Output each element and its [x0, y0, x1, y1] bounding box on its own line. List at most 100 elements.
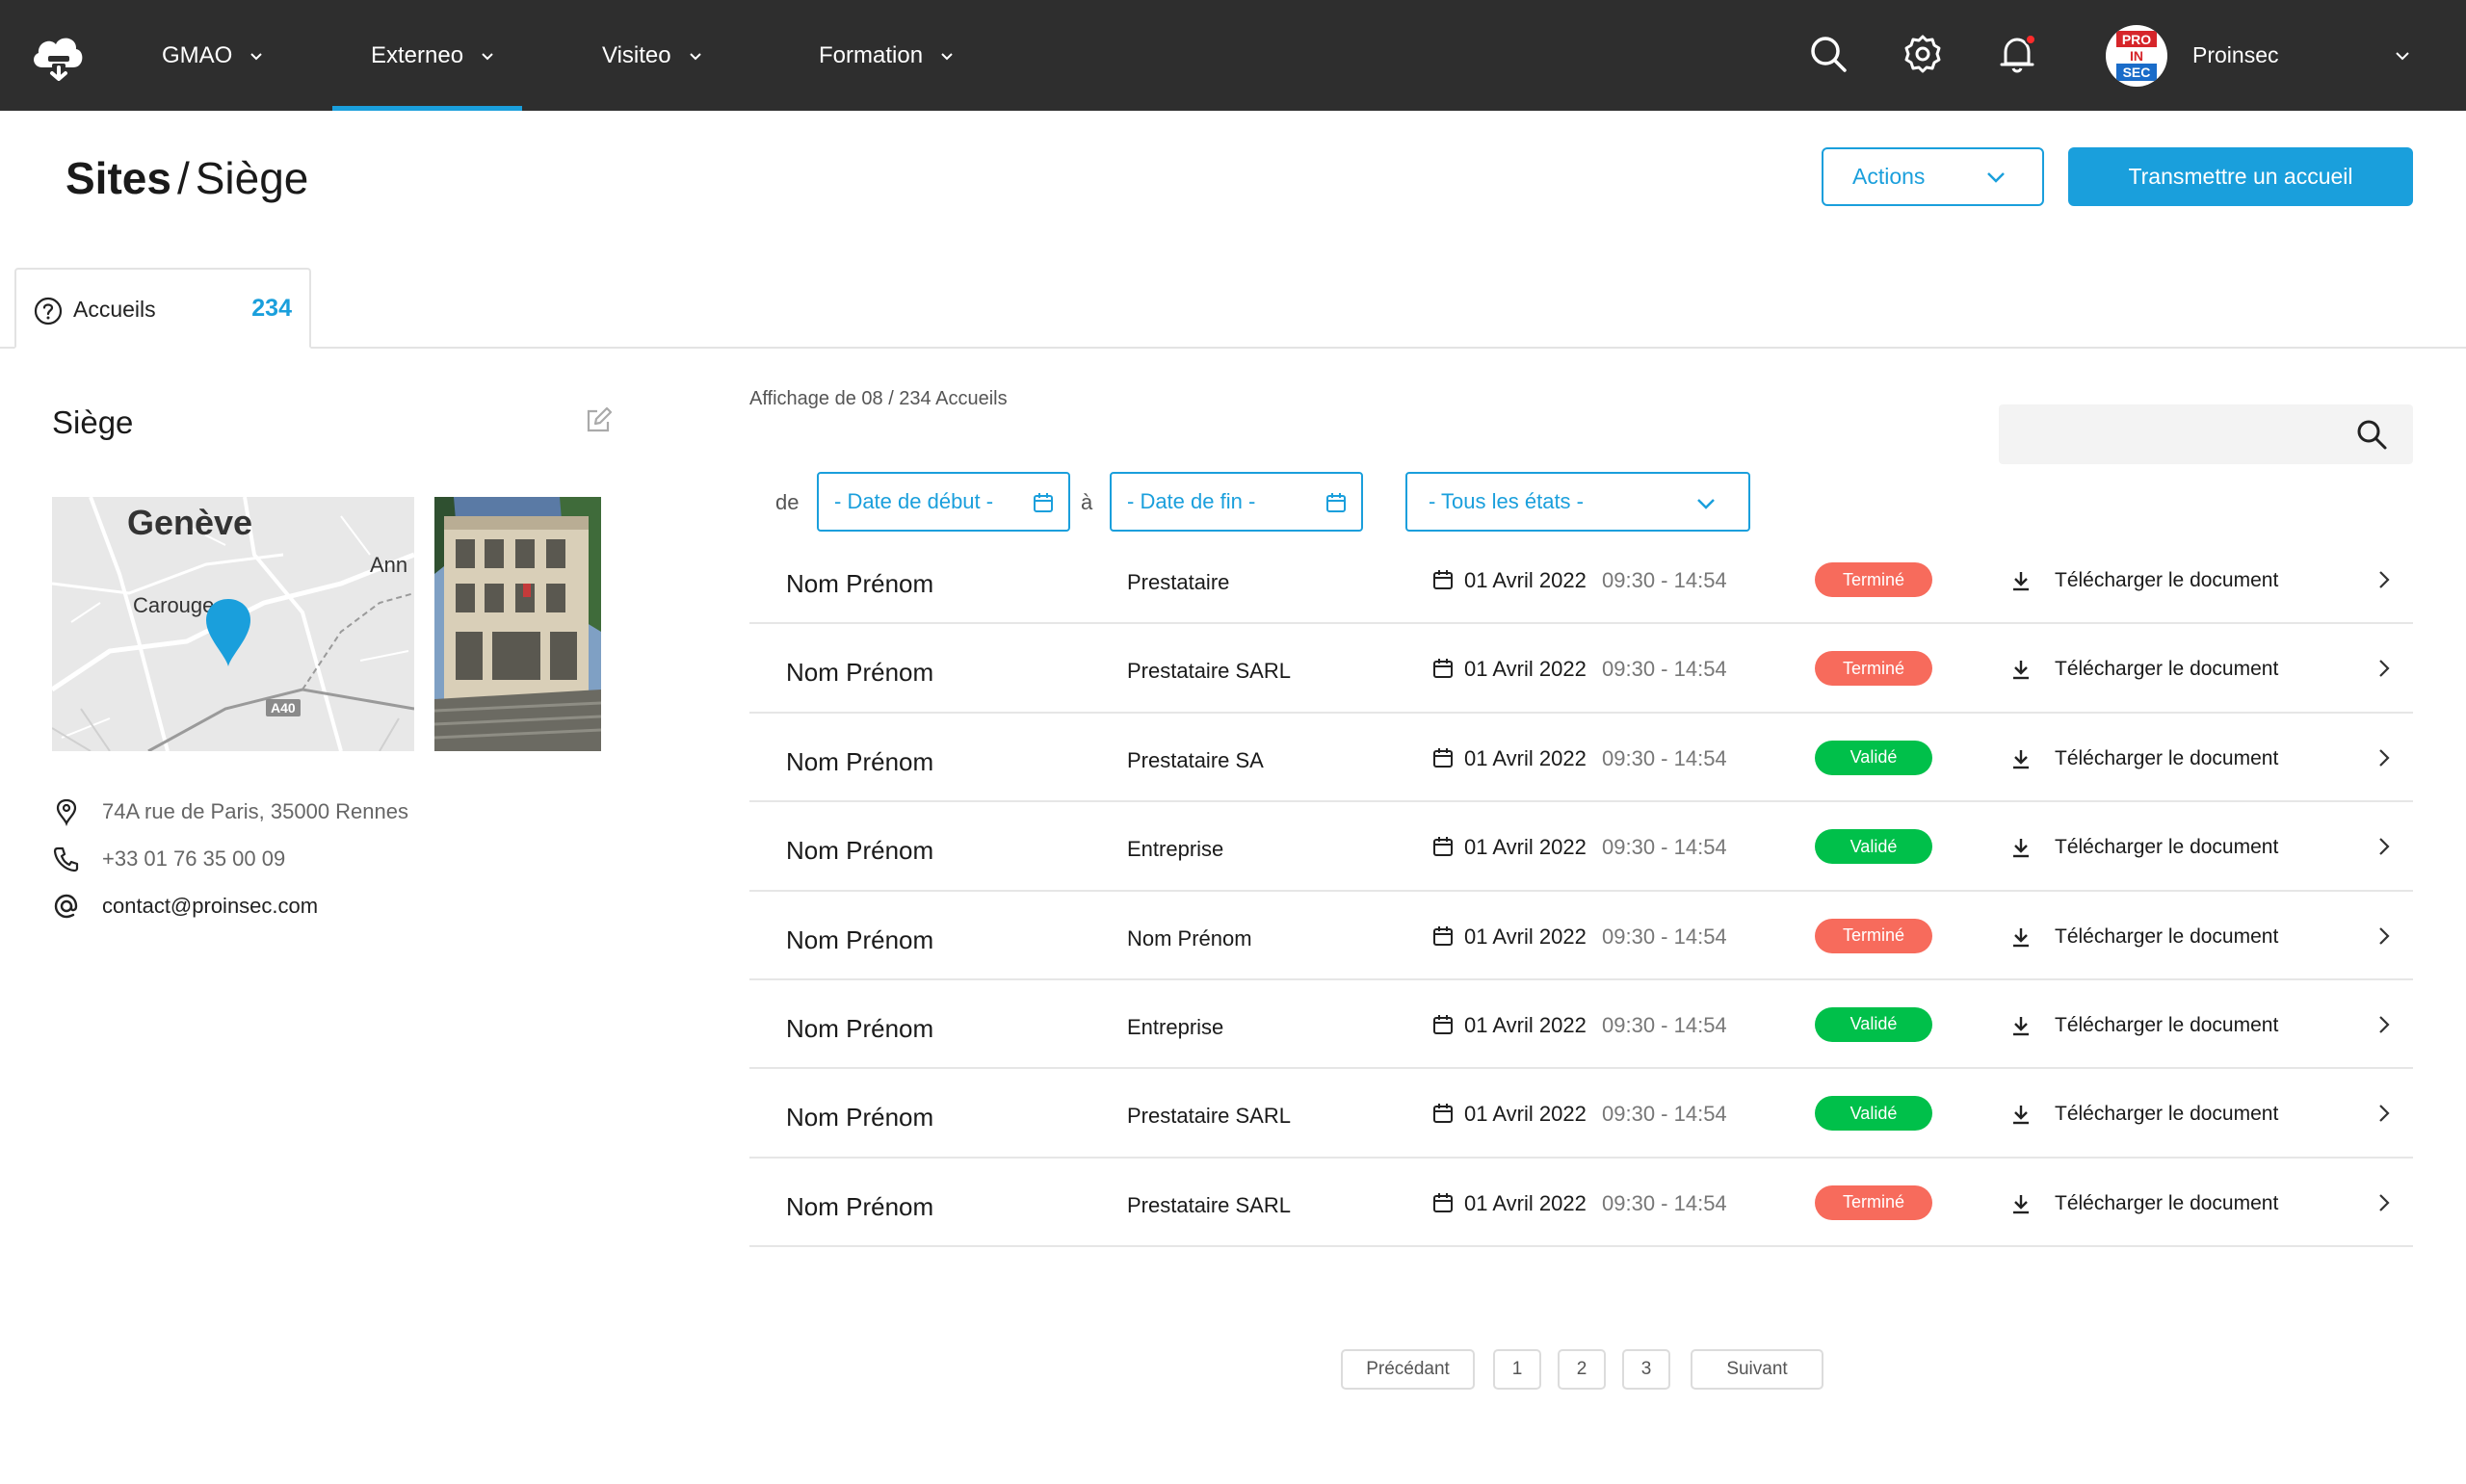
- chevron-down-icon[interactable]: [2395, 50, 2410, 62]
- table-row[interactable]: Nom Prénom Entreprise 01 Avril 2022 09:30 -…: [749, 980, 2413, 1070]
- breadcrumb-separator: /: [176, 153, 190, 203]
- download-icon[interactable]: [2009, 658, 2033, 681]
- row-company: Prestataire SARL: [1127, 659, 1291, 684]
- site-photo[interactable]: [434, 497, 601, 751]
- tabs-divider: [0, 347, 2466, 349]
- download-document-link[interactable]: Télécharger le document: [2055, 1103, 2278, 1126]
- chevron-right-icon[interactable]: [2377, 926, 2391, 946]
- status-badge: Validé: [1815, 740, 1932, 775]
- calendar-icon: [1433, 925, 1453, 946]
- row-company: Nom Prénom: [1127, 925, 1252, 950]
- pagination-page-2[interactable]: 2: [1558, 1349, 1606, 1390]
- building-photo: [434, 497, 601, 751]
- chevron-right-icon[interactable]: [2377, 659, 2391, 678]
- nav-item-gmao[interactable]: GMAO: [162, 0, 263, 111]
- site-name: Siège: [52, 404, 134, 440]
- map-road-label: A40: [266, 699, 301, 716]
- table-row[interactable]: Nom Prénom Entreprise 01 Avril 2022 09:30 -…: [749, 802, 2413, 892]
- date-end-input[interactable]: - Date de fin -: [1110, 472, 1363, 532]
- download-document-link[interactable]: Télécharger le document: [2055, 1192, 2278, 1215]
- site-address-text: 74A rue de Paris, 35000 Rennes: [102, 799, 409, 823]
- site-phone-text[interactable]: +33 01 76 35 00 09: [102, 846, 285, 872]
- chevron-right-icon[interactable]: [2377, 570, 2391, 589]
- pagination-page-3[interactable]: 3: [1622, 1349, 1670, 1390]
- date-start-input[interactable]: - Date de début -: [817, 472, 1070, 532]
- help-circle-icon: [34, 297, 63, 325]
- download-icon[interactable]: [2009, 747, 2033, 770]
- table-row[interactable]: Nom Prénom Prestataire SARL 01 Avril 2022 0…: [749, 1159, 2413, 1248]
- proinsec-logo-icon: PRO IN SEC: [2116, 31, 2157, 81]
- breadcrumb-current: Siège: [195, 153, 309, 203]
- download-document-link[interactable]: Télécharger le document: [2055, 1014, 2278, 1037]
- row-person-name: Nom Prénom: [786, 658, 934, 688]
- calendar-icon: [1433, 837, 1453, 857]
- chevron-right-icon[interactable]: [2377, 1015, 2391, 1034]
- calendar-icon: [1433, 1104, 1453, 1124]
- chevron-down-icon: [689, 52, 701, 60]
- chevron-right-icon[interactable]: [2377, 748, 2391, 768]
- actions-dropdown-button[interactable]: Actions: [1822, 147, 2044, 206]
- status-badge: Terminé: [1815, 562, 1932, 597]
- row-person-name: Nom Prénom: [786, 1103, 934, 1133]
- nav-item-formation[interactable]: Formation: [819, 0, 954, 111]
- chevron-right-icon[interactable]: [2377, 1193, 2391, 1212]
- table-row[interactable]: Nom Prénom Prestataire SARL 01 Avril 2022 0…: [749, 1069, 2413, 1159]
- top-navbar: GMAO Externeo Visiteo Formation PRO IN S…: [0, 0, 2466, 111]
- download-icon[interactable]: [2009, 569, 2033, 592]
- gear-icon[interactable]: [1902, 33, 1944, 75]
- nav-item-externeo[interactable]: Externeo: [331, 0, 523, 111]
- chevron-down-icon: [250, 52, 263, 60]
- calendar-icon: [1433, 570, 1453, 589]
- site-map[interactable]: Genève Ann Carouge A40: [52, 497, 414, 751]
- calendar-icon: [1433, 659, 1453, 679]
- row-time-range: 09:30 - 14:54: [1602, 1012, 1727, 1037]
- search-icon[interactable]: [1807, 33, 1850, 75]
- edit-icon[interactable]: [584, 406, 613, 435]
- chevron-right-icon[interactable]: [2377, 837, 2391, 856]
- row-person-name: Nom Prénom: [786, 1013, 934, 1043]
- row-time-range: 09:30 - 14:54: [1602, 835, 1727, 860]
- pagination-page-1[interactable]: 1: [1493, 1349, 1541, 1390]
- table-row[interactable]: Nom Prénom Prestataire SARL 01 Avril 2022 0…: [749, 624, 2413, 714]
- app-logo-icon[interactable]: [29, 29, 85, 81]
- map-partial-label: Ann: [370, 553, 408, 577]
- list-search-input[interactable]: [1999, 404, 2346, 464]
- welcome-list: Nom Prénom Prestataire 01 Avril 2022 09:30 …: [749, 535, 2413, 1248]
- user-name[interactable]: Proinsec: [2192, 0, 2278, 111]
- pagination-next-button[interactable]: Suivant: [1691, 1349, 1823, 1390]
- pagination-prev-button[interactable]: Précédant: [1341, 1349, 1475, 1390]
- breadcrumb-root[interactable]: Sites: [66, 153, 171, 203]
- chevron-right-icon[interactable]: [2377, 1104, 2391, 1123]
- download-icon[interactable]: [2009, 836, 2033, 859]
- transmit-welcome-button[interactable]: Transmettre un accueil: [2068, 147, 2413, 206]
- download-icon[interactable]: [2009, 1192, 2033, 1215]
- table-row[interactable]: Nom Prénom Prestataire 01 Avril 2022 09:30 …: [749, 535, 2413, 625]
- state-filter-select[interactable]: - Tous les états -: [1405, 472, 1750, 532]
- status-badge: Validé: [1815, 829, 1932, 865]
- table-row[interactable]: Nom Prénom Nom Prénom 01 Avril 2022 09:30 -…: [749, 892, 2413, 980]
- status-badge: Validé: [1815, 1006, 1932, 1042]
- row-date: 01 Avril 2022: [1464, 657, 1587, 682]
- table-row[interactable]: Nom Prénom Prestataire SA 01 Avril 2022 09:…: [749, 714, 2413, 803]
- row-date: 01 Avril 2022: [1464, 1190, 1587, 1215]
- phone-icon: [53, 846, 79, 872]
- avatar[interactable]: PRO IN SEC: [2106, 25, 2167, 87]
- download-document-link[interactable]: Télécharger le document: [2055, 747, 2278, 770]
- site-email-text[interactable]: contact@proinsec.com: [102, 894, 318, 919]
- search-icon[interactable]: [2355, 418, 2388, 451]
- download-document-link[interactable]: Télécharger le document: [2055, 925, 2278, 949]
- calendar-icon: [1433, 1192, 1453, 1212]
- calendar-icon: [1433, 1014, 1453, 1034]
- tab-accueils[interactable]: Accueils 234: [14, 268, 311, 349]
- row-time-range: 09:30 - 14:54: [1602, 1102, 1727, 1127]
- row-date: 01 Avril 2022: [1464, 568, 1587, 592]
- download-icon[interactable]: [2009, 1014, 2033, 1037]
- download-icon[interactable]: [2009, 925, 2033, 949]
- map-city-label: Genève: [127, 503, 253, 542]
- download-document-link[interactable]: Télécharger le document: [2055, 569, 2278, 592]
- nav-item-visiteo[interactable]: Visiteo: [602, 0, 702, 111]
- download-document-link[interactable]: Télécharger le document: [2055, 836, 2278, 859]
- download-icon[interactable]: [2009, 1103, 2033, 1126]
- download-document-link[interactable]: Télécharger le document: [2055, 658, 2278, 681]
- state-filter-value: - Tous les états -: [1429, 489, 1584, 513]
